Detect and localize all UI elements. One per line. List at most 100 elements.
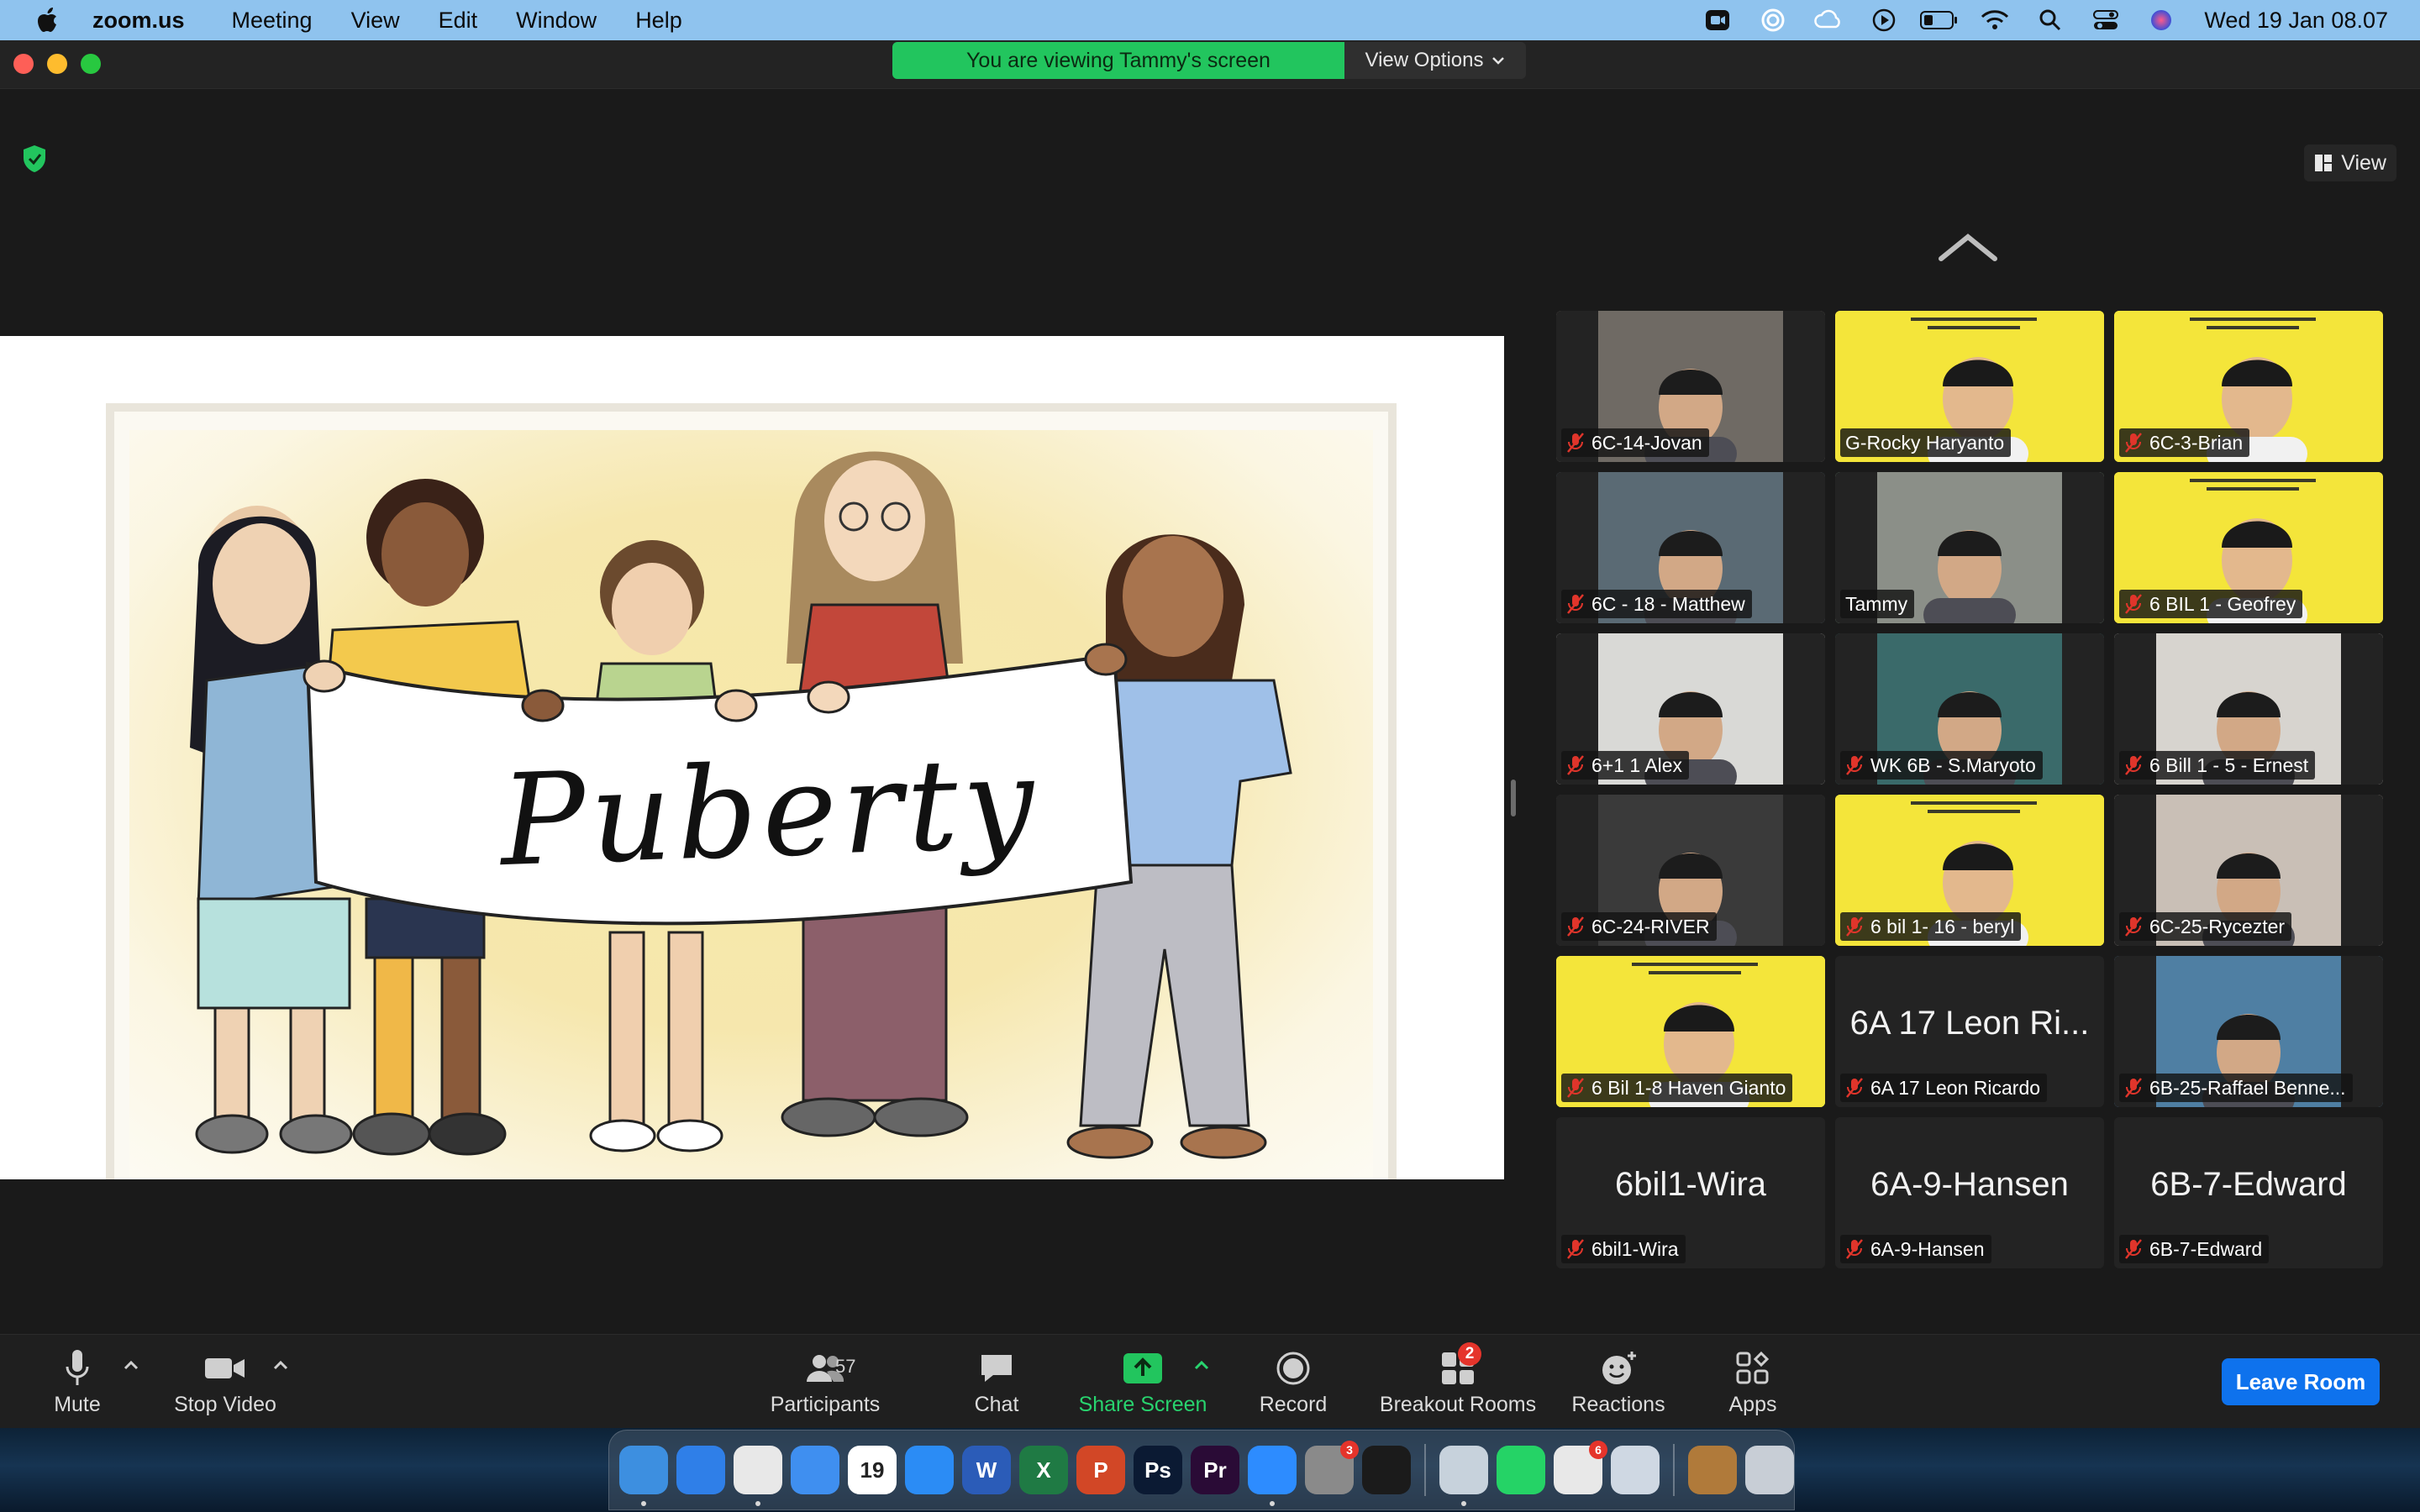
menu-view[interactable]: View bbox=[351, 8, 400, 34]
participant-display-name: 6bil1-Wira bbox=[1614, 1166, 1767, 1203]
participant-name-label: 6B-25-Raffael Benne... bbox=[2119, 1074, 2353, 1102]
resize-splitter-handle[interactable] bbox=[1511, 780, 1516, 816]
audio-options-caret-icon[interactable] bbox=[121, 1357, 141, 1373]
minimize-window-button[interactable] bbox=[47, 54, 67, 74]
control-center-icon[interactable] bbox=[2078, 0, 2133, 40]
wifi-icon[interactable] bbox=[1967, 0, 2023, 40]
participant-tile[interactable]: 6bil1-Wira 6bil1-Wira bbox=[1556, 1117, 1825, 1268]
dock-whatsapp-icon[interactable] bbox=[1497, 1446, 1545, 1494]
encryption-shield-icon[interactable] bbox=[22, 144, 47, 173]
menu-bar-clock[interactable]: Wed 19 Jan 08.07 bbox=[2204, 8, 2388, 34]
dock-activity-monitor-icon[interactable] bbox=[1362, 1446, 1411, 1494]
chat-button[interactable]: Chat bbox=[963, 1335, 1030, 1429]
menu-help[interactable]: Help bbox=[635, 8, 682, 34]
siri-icon[interactable] bbox=[2133, 0, 2189, 40]
share-screen-button[interactable]: Share Screen bbox=[1074, 1335, 1212, 1429]
participant-tile[interactable]: 6 Bill 1 - 5 - Ernest bbox=[2114, 633, 2383, 785]
participant-tile[interactable]: 6C - 18 - Matthew bbox=[1556, 472, 1825, 623]
gallery-scroll-up-icon[interactable] bbox=[1938, 230, 1998, 264]
dock-photoshop-icon[interactable]: Ps bbox=[1134, 1446, 1182, 1494]
dock-running-indicator bbox=[1270, 1501, 1275, 1506]
participant-tile[interactable]: 6C-24-RIVER bbox=[1556, 795, 1825, 946]
dock-app-store-icon[interactable] bbox=[905, 1446, 954, 1494]
participant-name-label: Tammy bbox=[1840, 590, 1915, 618]
participant-name-label: 6bil1-Wira bbox=[1561, 1235, 1686, 1263]
participant-tile[interactable]: 6B-7-Edward 6B-7-Edward bbox=[2114, 1117, 2383, 1268]
view-button-label: View bbox=[2341, 150, 2386, 175]
dock-microsoft-office-icon[interactable]: 6 bbox=[1554, 1441, 1607, 1494]
participant-tile[interactable]: Tammy bbox=[1835, 472, 2104, 623]
fullscreen-window-button[interactable] bbox=[81, 54, 101, 74]
battery-icon[interactable] bbox=[1912, 0, 1967, 40]
participant-name: 6 BIL 1 - Geofrey bbox=[2149, 592, 2296, 615]
record-button[interactable]: Record bbox=[1255, 1335, 1331, 1429]
dock-downloads-stack-icon[interactable] bbox=[1688, 1446, 1737, 1494]
record-label: Record bbox=[1259, 1392, 1328, 1416]
meeting-controls-toolbar: Mute Stop Video 57 Participants Chat Sha… bbox=[0, 1334, 2420, 1428]
creative-cloud-icon[interactable] bbox=[1745, 0, 1801, 40]
dock-word-icon[interactable]: W bbox=[962, 1446, 1011, 1494]
dock-zoom-icon[interactable] bbox=[1248, 1446, 1297, 1506]
apps-label: Apps bbox=[1728, 1392, 1777, 1416]
spotlight-search-icon[interactable] bbox=[2023, 0, 2078, 40]
participant-tile[interactable]: 6B-25-Raffael Benne... bbox=[2114, 956, 2383, 1107]
breakout-rooms-button[interactable]: 2 Breakout Rooms bbox=[1378, 1335, 1538, 1429]
participant-display-name: 6B-7-Edward bbox=[2150, 1166, 2347, 1203]
reactions-button[interactable]: Reactions bbox=[1568, 1335, 1669, 1429]
apple-menu-icon[interactable] bbox=[37, 7, 62, 34]
participant-tile[interactable]: 6+1 1 Alex bbox=[1556, 633, 1825, 785]
participant-tile[interactable]: 6C-14-Jovan bbox=[1556, 311, 1825, 462]
zoom-status-icon[interactable] bbox=[1690, 0, 1745, 40]
view-layout-button[interactable]: View bbox=[2304, 144, 2396, 181]
share-options-caret-icon[interactable] bbox=[1192, 1357, 1212, 1373]
dock-safari-icon[interactable] bbox=[676, 1446, 725, 1494]
view-options-button[interactable]: View Options bbox=[1344, 42, 1526, 79]
apps-button[interactable]: Apps bbox=[1719, 1335, 1786, 1429]
dock-chrome-icon[interactable] bbox=[734, 1446, 782, 1506]
participant-name: 6+1 1 Alex bbox=[1591, 753, 1683, 776]
dock-app-glyph: Pr bbox=[1203, 1457, 1227, 1483]
dock-running-indicator bbox=[755, 1501, 760, 1506]
mute-button[interactable]: Mute bbox=[44, 1335, 111, 1429]
participant-name: 6A-9-Hansen bbox=[1870, 1237, 1985, 1260]
participant-tile[interactable]: WK 6B - S.Maryoto bbox=[1835, 633, 2104, 785]
dock-finder-icon[interactable] bbox=[619, 1446, 668, 1506]
menu-edit[interactable]: Edit bbox=[439, 8, 478, 34]
participants-label: Participants bbox=[770, 1392, 881, 1416]
participant-name: 6A 17 Leon Ricardo bbox=[1870, 1076, 2041, 1099]
dock-preview-icon[interactable] bbox=[1439, 1446, 1488, 1506]
icloud-icon[interactable] bbox=[1801, 0, 1856, 40]
dock-app-glyph: 19 bbox=[860, 1457, 885, 1483]
dock-excel-icon[interactable]: X bbox=[1019, 1446, 1068, 1494]
play-icon[interactable] bbox=[1856, 0, 1912, 40]
participants-button[interactable]: 57 Participants bbox=[765, 1335, 886, 1429]
view-options-label: View Options bbox=[1365, 49, 1484, 71]
participant-tile[interactable]: 6 bil 1- 16 - beryl bbox=[1835, 795, 2104, 946]
stop-video-button[interactable]: Stop Video bbox=[165, 1335, 286, 1429]
dock-mail-icon[interactable] bbox=[791, 1446, 839, 1494]
menu-meeting[interactable]: Meeting bbox=[232, 8, 313, 34]
dock-quicktime-icon[interactable] bbox=[1611, 1446, 1660, 1494]
participant-tile[interactable]: G-Rocky Haryanto bbox=[1835, 311, 2104, 462]
participant-tile[interactable]: 6 Bil 1-8 Haven Gianto bbox=[1556, 956, 1825, 1107]
menu-app-name[interactable]: zoom.us bbox=[92, 8, 185, 34]
meeting-stage: View Puberty 6C-14-Jovan G-Rocky Haryant… bbox=[0, 89, 2420, 1362]
dock-system-preferences-icon[interactable]: 3 bbox=[1305, 1441, 1359, 1494]
dock-powerpoint-icon[interactable]: P bbox=[1076, 1446, 1125, 1494]
menu-window[interactable]: Window bbox=[516, 8, 597, 34]
participant-name-label: WK 6B - S.Maryoto bbox=[1840, 751, 2043, 780]
dock-trash-icon[interactable] bbox=[1745, 1446, 1794, 1494]
zoom-meeting-window: You are viewing Tammy's screen View Opti… bbox=[0, 40, 2420, 1428]
video-options-caret-icon[interactable] bbox=[271, 1357, 291, 1373]
participant-tile[interactable]: 6A-9-Hansen 6A-9-Hansen bbox=[1835, 1117, 2104, 1268]
close-window-button[interactable] bbox=[13, 54, 34, 74]
gallery-view-icon bbox=[2315, 155, 2333, 171]
dock-calendar-icon[interactable]: 19 bbox=[848, 1446, 897, 1494]
dock-premiere-icon[interactable]: Pr bbox=[1191, 1446, 1239, 1494]
participant-tile[interactable]: 6 BIL 1 - Geofrey bbox=[2114, 472, 2383, 623]
participant-tile[interactable]: 6C-3-Brian bbox=[2114, 311, 2383, 462]
participant-tile[interactable]: 6C-25-Rycezter bbox=[2114, 795, 2383, 946]
participant-tile[interactable]: 6A 17 Leon Ri... 6A 17 Leon Ricardo bbox=[1835, 956, 2104, 1107]
leave-room-button[interactable]: Leave Room bbox=[2222, 1358, 2380, 1405]
dock-notification-badge: 3 bbox=[1340, 1441, 1359, 1459]
